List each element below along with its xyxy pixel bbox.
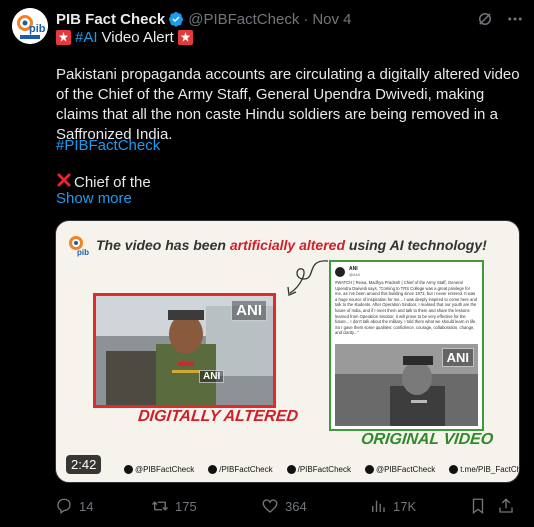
threads-icon	[364, 465, 374, 474]
pib-logo-icon: pib	[12, 8, 48, 44]
facebook-icon	[286, 465, 296, 474]
reply-button[interactable]: 14	[55, 497, 151, 515]
social-instagram: /PIBFactCheck	[208, 465, 273, 474]
pib-logo-icon: pib	[69, 236, 89, 257]
verified-badge-icon	[168, 11, 184, 27]
cross-mark-icon	[56, 172, 72, 192]
share-button[interactable]	[497, 497, 519, 515]
orig-caption: #WATCH | Rewa, Madhya Pradesh | Chief of…	[335, 280, 477, 336]
repost-button[interactable]: 175	[151, 497, 261, 515]
show-more-link[interactable]: Show more	[56, 190, 132, 207]
bookmark-icon	[472, 498, 484, 515]
hashtag-ai-link[interactable]: #AI	[75, 29, 98, 46]
author-handle[interactable]: @PIBFactCheck	[188, 11, 299, 28]
original-video-label: ORIGINAL VIDEO	[360, 431, 495, 448]
video-alert-text: Video Alert	[101, 29, 174, 46]
share-icon	[499, 498, 513, 513]
like-button[interactable]: 364	[261, 497, 369, 515]
svg-text:pib: pib	[29, 23, 46, 35]
tweet-body: Pakistani propaganda accounts are circul…	[56, 66, 520, 143]
ani-watermark: ANI	[231, 300, 267, 321]
author-name[interactable]: PIB Fact Check	[56, 11, 165, 28]
reply-icon	[57, 498, 71, 515]
ani-avatar-icon	[335, 266, 345, 277]
svg-text:pib: pib	[77, 248, 89, 257]
curly-arrow-icon	[287, 260, 329, 296]
social-threads: @PIBFactCheck	[364, 465, 435, 474]
instagram-icon	[208, 465, 218, 474]
more-options-icon[interactable]	[506, 10, 524, 32]
original-video-frame: ANI @ANI #WATCH | Rewa, Madhya Pradesh |…	[329, 260, 484, 431]
social-handles: @PIBFactCheck /PIBFactCheck /PIBFactChec…	[124, 465, 519, 474]
video-media[interactable]: pib The video has been artificially alte…	[55, 220, 520, 483]
altered-video-frame: ANI ANI	[93, 293, 276, 408]
repost-count: 175	[175, 498, 197, 514]
siren-emoji-icon	[56, 30, 71, 45]
tweet-actions: 14 175 364 17K	[55, 497, 525, 515]
orig-video-thumb: ANI	[335, 344, 478, 426]
alert-line: #AI Video Alert	[56, 29, 193, 46]
avatar[interactable]: pib	[12, 8, 48, 44]
hashtag-pibfactcheck-link[interactable]: #PIBFactCheck	[56, 137, 160, 154]
digitally-altered-label: DIGITALLY ALTERED	[137, 408, 299, 425]
chief-text: Chief of the	[74, 173, 151, 191]
views-button[interactable]: 17K	[369, 497, 469, 515]
ani-watermark: ANI	[441, 348, 474, 367]
timestamp[interactable]: Nov 4	[312, 11, 351, 28]
bookmark-button[interactable]	[469, 497, 497, 515]
separator-dot: ·	[303, 10, 309, 28]
social-x: @PIBFactCheck	[124, 465, 194, 474]
repost-icon	[152, 501, 168, 511]
social-facebook: /PIBFactCheck	[286, 465, 351, 474]
reply-count: 14	[79, 498, 94, 514]
orig-account-handle: @ANI	[349, 272, 360, 277]
media-headline: pib The video has been artificially alte…	[66, 233, 487, 257]
x-icon	[124, 465, 133, 474]
views-count: 17K	[393, 498, 417, 514]
views-icon	[372, 500, 385, 512]
siren-emoji-icon	[177, 30, 193, 45]
social-telegram: t.me/PIB_FactCheck	[449, 465, 519, 474]
heart-icon	[262, 499, 278, 513]
grok-icon[interactable]	[476, 10, 494, 32]
header-actions	[476, 10, 524, 32]
chief-line: Chief of the	[56, 172, 151, 192]
media-headline-text: The video has been artificially altered …	[96, 237, 487, 253]
tweet-header: PIB Fact Check @PIBFactCheck · Nov 4	[56, 9, 524, 29]
telegram-icon	[449, 465, 459, 474]
like-count: 364	[285, 498, 307, 514]
video-duration: 2:42	[66, 455, 102, 474]
ani-mic-label: ANI	[199, 370, 225, 383]
